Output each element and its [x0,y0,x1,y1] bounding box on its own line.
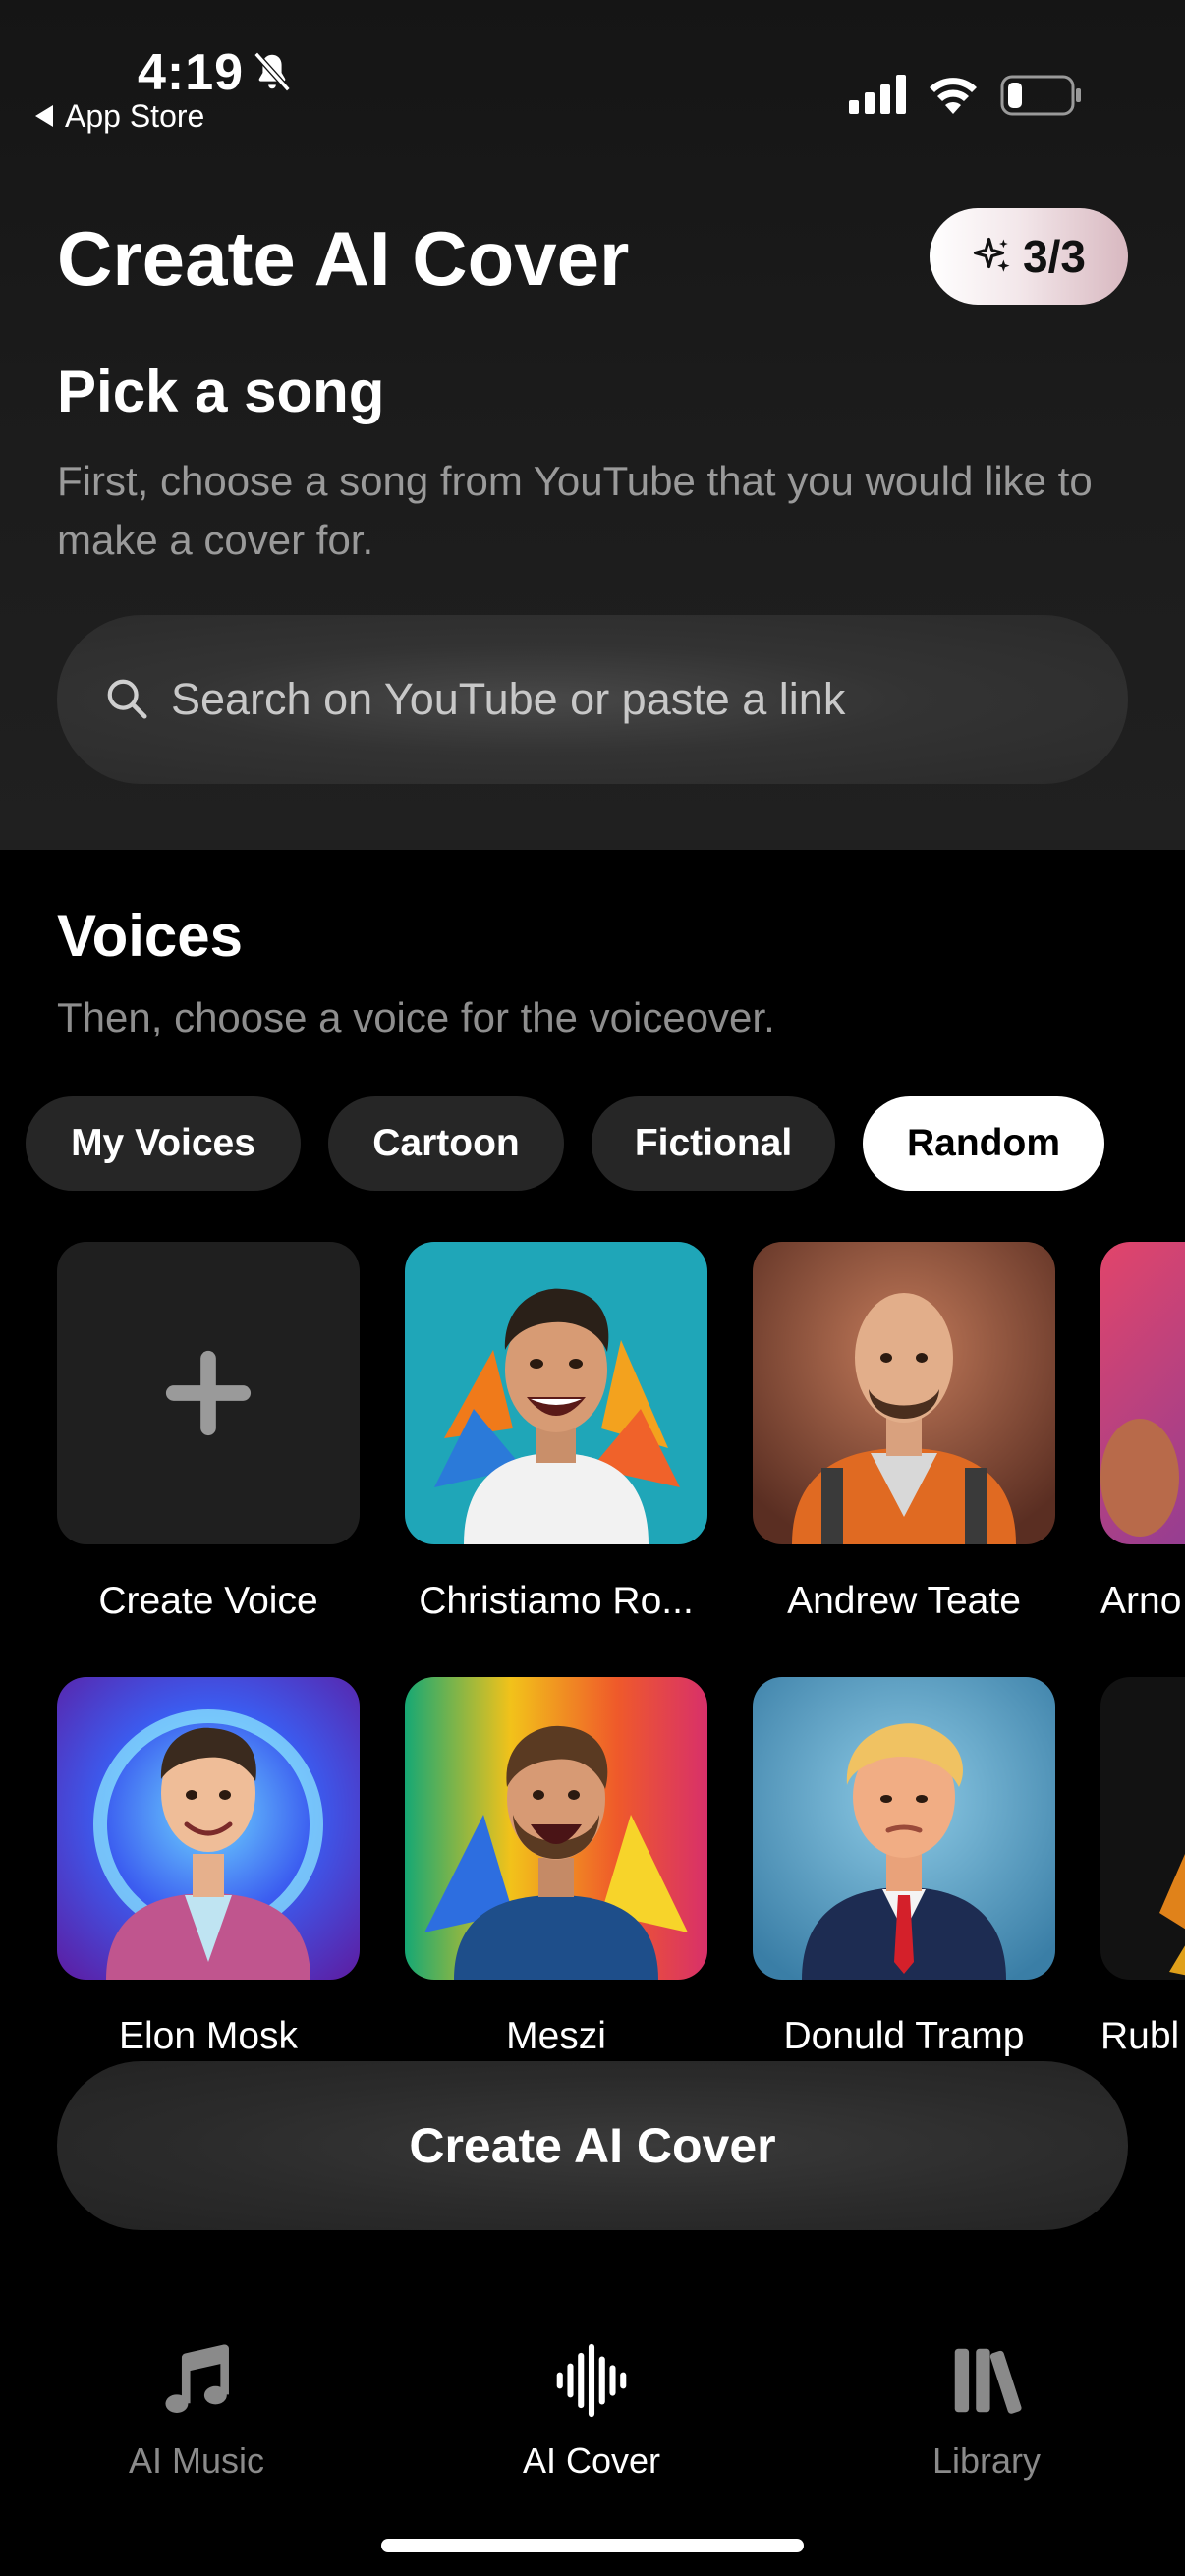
voice-card-arno[interactable]: Arno [1100,1242,1185,1622]
battery-icon [1000,75,1081,116]
voice-label: Meszi [506,2015,606,2057]
tab-bar-item-ai-cover[interactable]: AI Cover [444,2338,739,2482]
create-ai-cover-button[interactable]: Create AI Cover [57,2061,1128,2230]
voice-avatar-image [405,1242,707,1544]
voice-card-elon[interactable]: Elon Mosk [57,1677,360,2057]
pick-song-title: Pick a song [57,359,385,424]
voice-card-christiamo[interactable]: Christiamo Ro... [405,1242,707,1622]
tab-bar-item-ai-music[interactable]: AI Music [49,2338,344,2482]
status-time: 4:19 [138,44,245,101]
app-screen: 4:19 App Store Create AI Cover 3/3 Pick … [0,0,1185,2576]
create-voice-tile[interactable] [57,1242,360,1544]
voice-avatar-image [405,1677,707,1980]
create-voice-card[interactable]: Create Voice [57,1242,360,1622]
search-input[interactable] [171,664,1095,735]
back-to-app-store[interactable]: App Store [35,98,204,135]
voice-label: Andrew Teate [787,1580,1021,1622]
voice-label: Arno [1100,1580,1182,1622]
bottom-tab-bar: AI Music AI Cover Library [0,2289,1185,2576]
voice-avatar-image [57,1677,360,1980]
voice-label: Rubl [1100,2015,1180,2057]
pick-song-description: First, choose a song from YouTube that y… [57,458,1093,563]
bell-slash-icon [254,51,291,92]
voice-label: Donuld Tramp [783,2015,1025,2057]
music-note-icon [165,2344,229,2413]
avatar-illustration [57,1677,360,1980]
avatar-illustration [1100,1242,1185,1544]
voice-card-meszi[interactable]: Meszi [405,1677,707,2057]
voice-card-andrew[interactable]: Andrew Teate [753,1242,1055,1622]
voice-card-donuld[interactable]: Donuld Tramp [753,1677,1055,2057]
status-bar: 4:19 App Store [0,0,1185,138]
voice-label: Christiamo Ro... [419,1580,694,1622]
avatar-illustration [753,1677,1055,1980]
search-icon [107,679,147,719]
credits-count: 3/3 [1023,231,1086,282]
library-icon [954,2348,1022,2414]
voice-label: Create Voice [98,1580,318,1622]
tab-bar-label: AI Music [128,2440,265,2481]
search-bar[interactable] [57,615,1128,784]
plus-icon [165,1350,252,1436]
credits-badge[interactable]: 3/3 [930,208,1128,305]
voice-avatar-image [1100,1677,1185,1980]
tab-bar-item-library[interactable]: Library [839,2338,1134,2482]
tab-cartoon[interactable]: Cartoon [328,1096,564,1191]
avatar-illustration [1100,1677,1185,1980]
back-app-label: App Store [65,98,205,134]
avatar-illustration [753,1242,1055,1544]
tab-my-voices[interactable]: My Voices [26,1096,301,1191]
wifi-icon [930,78,977,114]
back-arrow-icon [35,105,53,127]
voice-label: Elon Mosk [118,2015,299,2057]
voice-card-rubl[interactable]: Rubl [1100,1677,1185,2057]
cellular-signal-icon [849,75,906,114]
avatar-illustration [405,1677,707,1980]
sparkle-icon [973,237,1010,272]
page-title: Create AI Cover [57,215,630,302]
voice-avatar-image [1100,1242,1185,1544]
waveform-icon [556,2343,627,2418]
home-indicator [381,2539,804,2552]
voices-title: Voices [57,903,243,969]
voices-description: Then, choose a voice for the voiceover. [57,994,775,1040]
voice-category-tabs: My Voices Cartoon Fictional Random [26,1096,1104,1191]
voice-avatar-image [753,1677,1055,1980]
header-area: 4:19 App Store Create AI Cover 3/3 Pick … [0,0,1185,850]
voice-avatar-image [753,1242,1055,1544]
tab-bar-label: AI Cover [522,2440,661,2481]
avatar-illustration [405,1242,707,1544]
tab-fictional[interactable]: Fictional [592,1096,835,1191]
tab-random[interactable]: Random [863,1096,1104,1191]
tab-bar-label: Library [931,2440,1042,2481]
